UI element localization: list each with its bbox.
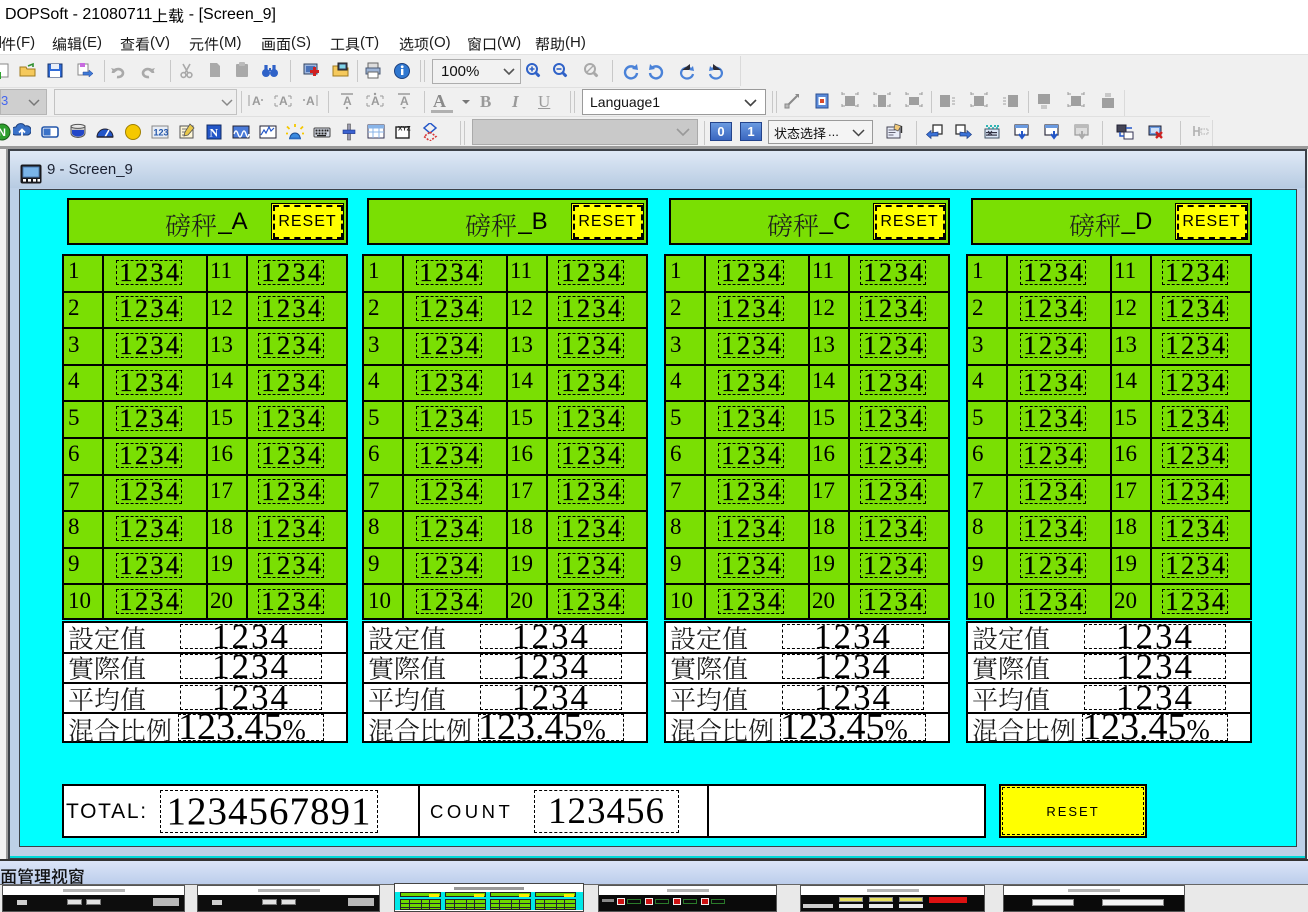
svg-text:XYZ: XYZ bbox=[398, 126, 411, 133]
svg-text:N: N bbox=[0, 127, 6, 139]
svg-text:123: 123 bbox=[154, 128, 169, 138]
svg-text:A: A bbox=[279, 94, 288, 108]
svg-text:N: N bbox=[210, 126, 219, 140]
svg-text:A: A bbox=[371, 94, 380, 108]
svg-text:A: A bbox=[306, 94, 315, 108]
svg-text:A: A bbox=[400, 94, 409, 108]
svg-text:A: A bbox=[343, 94, 352, 108]
svg-text:A: A bbox=[252, 94, 261, 108]
